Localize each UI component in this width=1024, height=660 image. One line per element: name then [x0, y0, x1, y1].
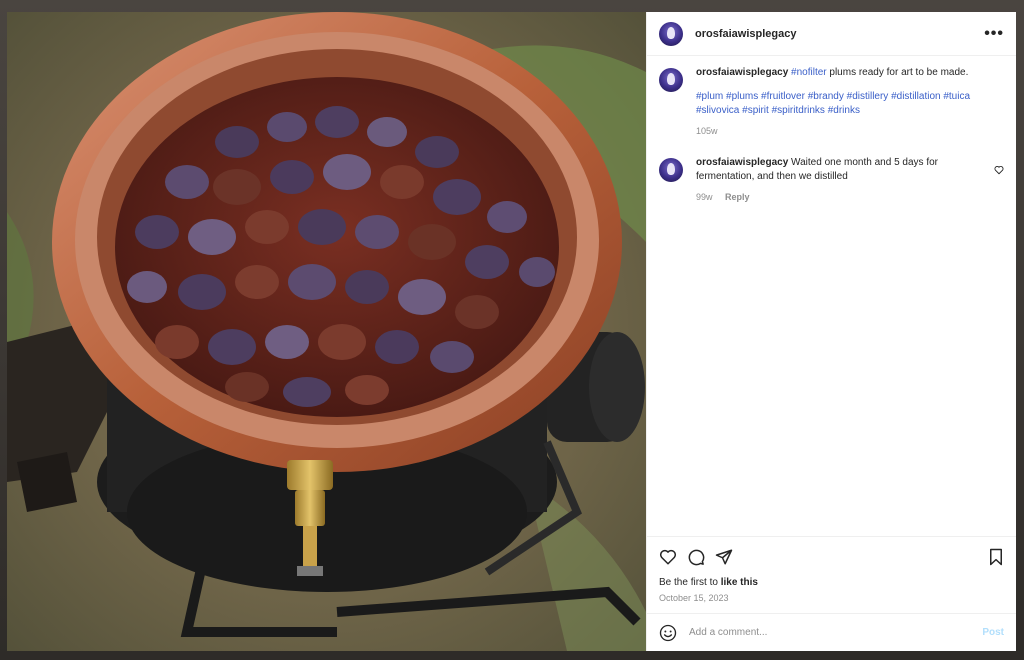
avatar[interactable] [659, 68, 683, 92]
more-options-icon[interactable]: ••• [984, 25, 1004, 43]
likes-prefix: Be the first to [659, 577, 721, 588]
comment-icon[interactable] [687, 548, 705, 566]
hashtag-link[interactable]: #nofilter [791, 67, 827, 78]
avatar[interactable] [659, 158, 683, 182]
share-icon[interactable] [715, 548, 733, 566]
bookmark-icon[interactable] [988, 548, 1004, 566]
comment-age: 99w [696, 192, 713, 202]
avatar[interactable] [659, 21, 683, 46]
comment-username[interactable]: orosfaiawisplegacy [696, 157, 788, 168]
comment-input[interactable] [687, 626, 983, 639]
caption-text: plums ready for art to be made. [826, 67, 969, 78]
action-bar: Be the first to like this October 15, 20… [647, 536, 1016, 613]
comment-meta: 99w Reply [696, 190, 976, 204]
post-date: October 15, 2023 [659, 593, 729, 603]
comment-item: orosfaiawisplegacy Waited one month and … [659, 156, 1004, 204]
post-comment-button[interactable]: Post [982, 627, 1004, 638]
like-this-link[interactable]: like this [721, 577, 758, 588]
post-header: orosfaiawisplegacy ••• [647, 12, 1016, 56]
likes-text: Be the first to like this [659, 577, 1004, 588]
caption-username[interactable]: orosfaiawisplegacy [696, 67, 788, 78]
caption-body: orosfaiawisplegacy #nofilter plums ready… [696, 66, 976, 138]
post-sidebar: orosfaiawisplegacy ••• orosfaiawisplegac… [646, 12, 1016, 651]
hashtags[interactable]: #plum #plums #fruitlover #brandy #distil… [696, 90, 976, 118]
comment-body: orosfaiawisplegacy Waited one month and … [696, 156, 976, 204]
post-modal: orosfaiawisplegacy ••• orosfaiawisplegac… [7, 12, 1016, 651]
action-icons [659, 545, 1004, 569]
comment-like-icon[interactable] [994, 162, 1004, 180]
add-comment-bar: Post [647, 613, 1016, 651]
comments-list: orosfaiawisplegacy #nofilter plums ready… [647, 56, 1016, 536]
reply-button[interactable]: Reply [725, 192, 750, 202]
emoji-icon[interactable] [659, 624, 677, 642]
author-username[interactable]: orosfaiawisplegacy [695, 28, 797, 40]
post-photo [7, 12, 646, 651]
caption-meta: 105w [696, 124, 976, 138]
post-image [7, 12, 646, 651]
heart-icon[interactable] [659, 548, 677, 566]
caption-age: 105w [696, 126, 718, 136]
caption: orosfaiawisplegacy #nofilter plums ready… [659, 66, 1004, 138]
